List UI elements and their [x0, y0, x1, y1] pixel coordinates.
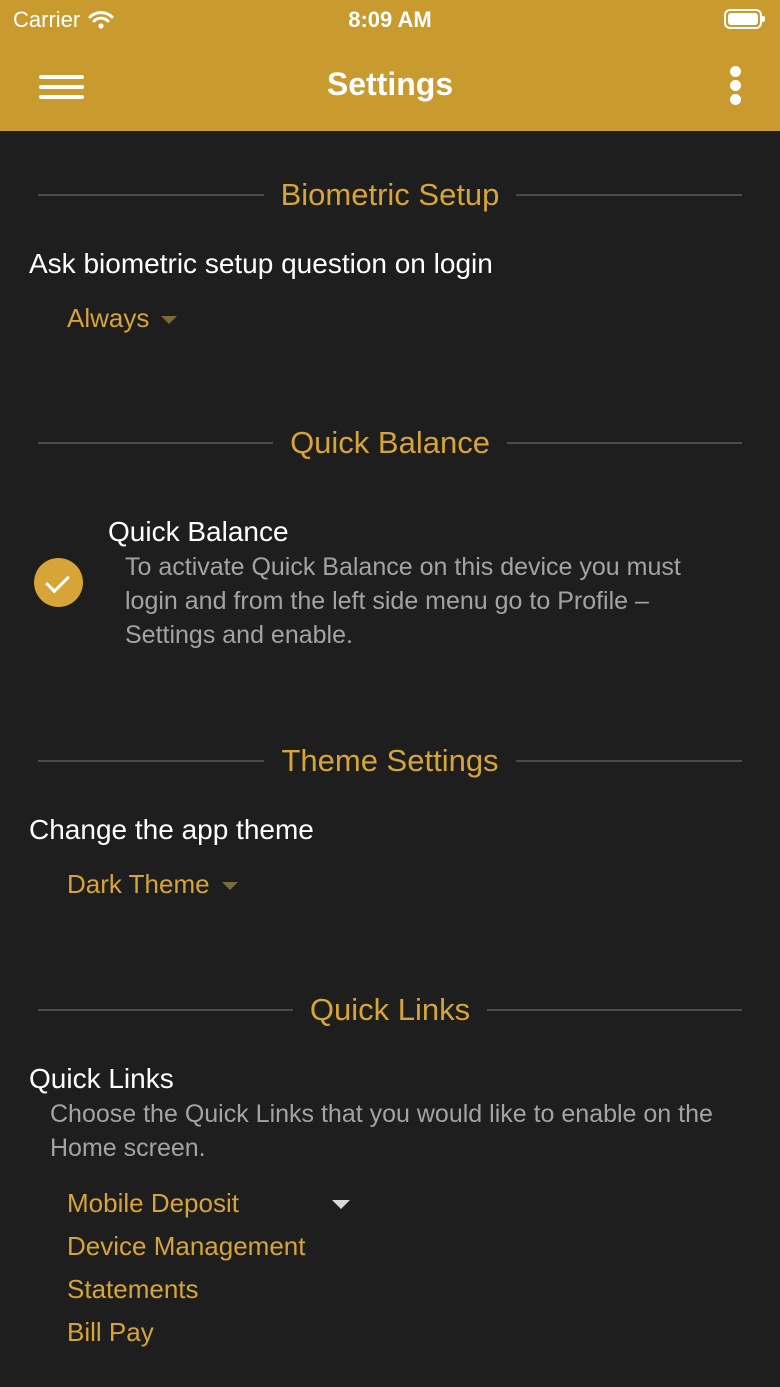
quick-link-option[interactable]: Bill Pay [67, 1317, 154, 1348]
quick-balance-description: To activate Quick Balance on this device… [125, 553, 681, 649]
section-title-theme: Theme Settings [281, 743, 499, 778]
quick-balance-checkbox[interactable] [34, 558, 83, 607]
divider [506, 442, 743, 444]
chevron-down-icon[interactable] [332, 1200, 350, 1209]
divider [515, 760, 743, 762]
quick-links-label: Quick Links [29, 1063, 174, 1094]
section-header-theme: Theme Settings [38, 741, 743, 781]
divider [516, 194, 743, 196]
divider [38, 1009, 293, 1011]
quick-link-option[interactable]: Mobile Deposit [67, 1188, 239, 1219]
divider [487, 1009, 743, 1011]
quick-link-option[interactable]: Statements [67, 1274, 199, 1305]
divider [38, 194, 264, 196]
section-header-biometric: Biometric Setup [38, 175, 743, 215]
section-title-quick-balance: Quick Balance [290, 425, 490, 460]
section-header-quick-links: Quick Links [38, 990, 743, 1030]
biometric-dropdown-value: Always [67, 303, 150, 333]
theme-dropdown-value: Dark Theme [67, 869, 210, 899]
divider [38, 760, 265, 762]
chevron-down-icon [161, 316, 178, 325]
biometric-dropdown[interactable]: Always [67, 303, 178, 334]
chevron-down-icon [221, 882, 238, 891]
more-vertical-icon[interactable] [724, 65, 748, 107]
quick-link-option[interactable]: Device Management [67, 1231, 305, 1262]
section-header-quick-balance: Quick Balance [38, 423, 743, 463]
section-title-quick-links: Quick Links [309, 992, 471, 1027]
divider [38, 442, 274, 444]
quick-links-description: Choose the Quick Links that you would li… [50, 1100, 713, 1162]
app-header: Carrier 8:09 AM Settings [0, 0, 780, 131]
status-time: 8:09 AM [348, 7, 432, 32]
theme-label: Change the app theme [29, 814, 314, 845]
page-title: Settings [326, 66, 454, 102]
section-title-biometric: Biometric Setup [280, 177, 500, 212]
biometric-setup-label: Ask biometric setup question on login [29, 248, 493, 279]
theme-dropdown[interactable]: Dark Theme [67, 869, 238, 900]
quick-balance-title: Quick Balance [108, 516, 289, 547]
battery-icon [724, 9, 765, 29]
